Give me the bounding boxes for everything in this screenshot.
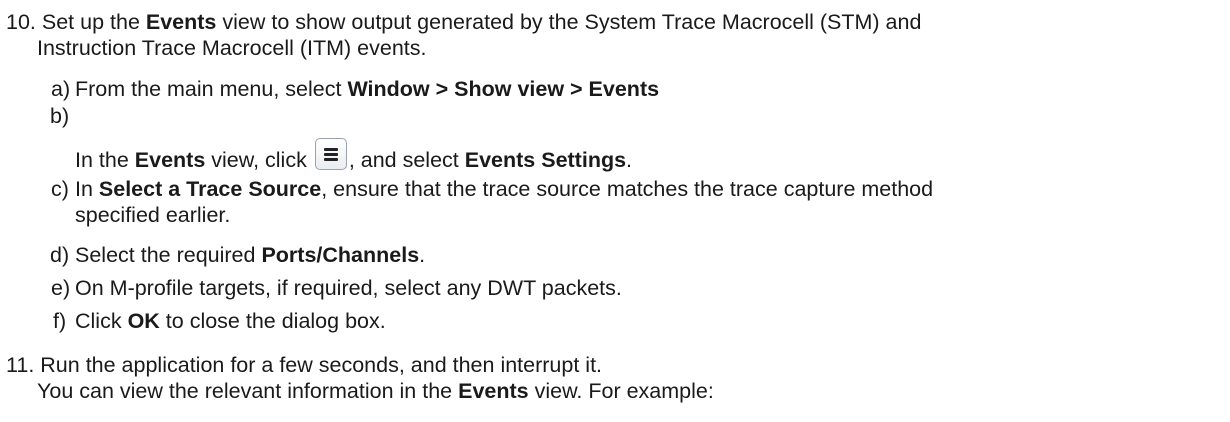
step-text: Run the application for a few seconds, a… (40, 353, 603, 377)
substep-text: . (419, 243, 426, 267)
substep-text: Select the required (75, 243, 262, 267)
substep-letter: a) (51, 77, 71, 101)
substep-c-text: In Select a Trace Source, ensure that th… (75, 176, 933, 202)
substep-c-line-2: specified earlier. (75, 203, 231, 227)
step-text: You can view the relevant information in… (37, 379, 459, 403)
substep-text: to close the dialog box. (159, 309, 386, 333)
substep-text: In the (75, 148, 135, 172)
substep-d-text: Select the required Ports/Channels. (75, 242, 425, 268)
step-text: view. For example: (528, 379, 714, 403)
step-10-line-2: Instruction Trace Macrocell (ITM) events… (37, 36, 427, 60)
document-page: 10. Set up the Events view to show outpu… (0, 0, 1230, 422)
step-text: view to show output generated by the Sys… (216, 10, 922, 34)
step-number: 10. (6, 10, 36, 34)
step-10-line-1: 10. Set up the Events view to show outpu… (6, 9, 921, 35)
substep-text: Click (75, 309, 128, 333)
substep-f-text: Click OK to close the dialog box. (75, 308, 386, 334)
step-bold: Events (145, 10, 217, 34)
substep-d-letter: d) (50, 243, 70, 267)
step-11-line-1: 11. Run the application for a few second… (6, 352, 602, 378)
substep-text: In (75, 177, 99, 201)
substep-bold: OK (127, 309, 160, 333)
step-11-line-2: You can view the relevant information in… (37, 378, 714, 404)
substep-b-letter: b) (50, 104, 70, 128)
substep-text: , ensure that the trace source matches t… (321, 177, 934, 201)
substep-f-letter: f) (53, 309, 67, 333)
substep-b-text: In the Events view, click , and select E… (75, 138, 632, 173)
substep-bold: Select a Trace Source (98, 177, 322, 201)
step-text: Set up the (41, 10, 146, 34)
substep-e-text: On M-profile targets, if required, selec… (75, 276, 622, 300)
step-bold: Events (458, 379, 529, 403)
substep-e-letter: e) (51, 276, 71, 300)
substep-bold: Ports/Channels (261, 243, 420, 267)
substep-a-text: From the main menu, select Window > Show… (75, 76, 659, 102)
substep-bold: Events (134, 148, 206, 172)
substep-text: view, click (205, 148, 313, 172)
substep-text: , and select (348, 148, 465, 172)
step-number: 11. (6, 353, 35, 377)
substep-text: . (626, 148, 633, 172)
substep-a: a) (51, 76, 70, 102)
substep-bold: Window > Show view > Events (347, 77, 660, 101)
substep-text: From the main menu, select (75, 77, 348, 101)
view-menu-icon (314, 138, 347, 170)
substep-c-letter: c) (51, 177, 69, 201)
substep-bold: Events Settings (464, 148, 627, 172)
